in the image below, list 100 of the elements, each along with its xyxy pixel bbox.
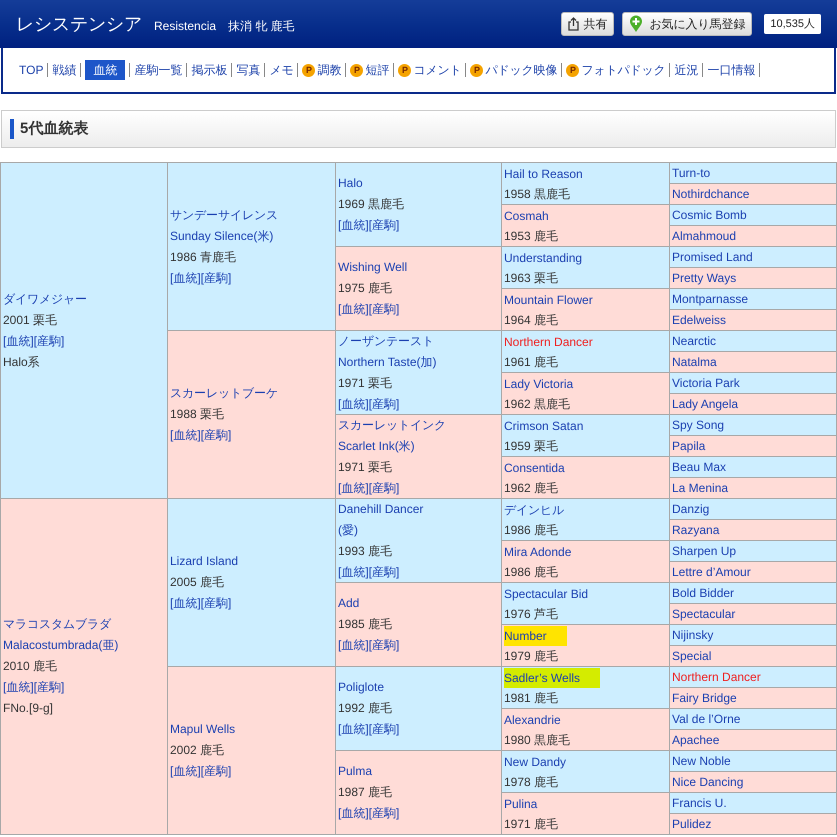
horse-name-link[interactable]: ノーザンテースト	[338, 330, 434, 352]
horse-name-link[interactable]: Francis U.	[672, 792, 727, 814]
horse-name-link[interactable]: Montparnasse	[672, 288, 748, 310]
horse-name-link[interactable]: Cosmah	[504, 206, 549, 226]
pedigree-links[interactable]: [血統][産駒]	[338, 719, 400, 740]
horse-name-link[interactable]: Danzig	[672, 498, 710, 520]
horse-name-link[interactable]: マラコスタムブラダ	[3, 614, 111, 635]
nav-tab[interactable]: 産駒一覧	[134, 61, 182, 79]
horse-name-link[interactable]: Razyana	[672, 520, 720, 540]
pedigree-links[interactable]: [血統][産駒]	[338, 562, 400, 582]
horse-info: 1961 鹿毛	[504, 354, 558, 371]
horse-name-link[interactable]: スカーレットブーケ	[170, 383, 278, 404]
pedigree-links[interactable]: [血統][産駒]	[170, 425, 232, 446]
horse-name-link[interactable]: Consentida	[504, 458, 565, 478]
horse-name-link[interactable]: Lettre d’Amour	[672, 562, 751, 582]
horse-name-link[interactable]: Victoria Park	[672, 372, 740, 394]
horse-name-link[interactable]: Spectacular Bid	[504, 584, 588, 604]
horse-name-link[interactable]: Number	[504, 626, 567, 646]
horse-name-link[interactable]: New Noble	[672, 750, 731, 772]
pedigree-links[interactable]: [血統][産駒]	[338, 478, 400, 498]
pedigree-links[interactable]: [血統][産駒]	[3, 677, 64, 698]
horse-name-link[interactable]: デインヒル	[504, 500, 564, 520]
pedigree-links[interactable]: [血統][産駒]	[3, 330, 64, 352]
nav-tab[interactable]: 一口情報	[707, 61, 756, 79]
horse-name-link[interactable]: Wishing Well	[338, 257, 408, 278]
horse-info: 2001 栗毛	[3, 312, 58, 328]
horse-name-link[interactable]: Nice Dancing	[672, 772, 744, 792]
nav-tab[interactable]: TOP	[19, 61, 44, 79]
nav-tab[interactable]: P コメント	[398, 61, 462, 79]
share-button[interactable]: 共有	[561, 12, 614, 36]
horse-name-link[interactable]: Lizard Island	[170, 551, 238, 572]
nav-tab[interactable]: 戦績	[52, 61, 76, 79]
horse-name-link[interactable]: Mapul Wells	[170, 719, 236, 740]
horse-name-link[interactable]: Northern Taste(加)	[338, 352, 436, 372]
pedigree-links[interactable]: [血統][産駒]	[170, 268, 232, 288]
horse-name-link[interactable]: New Dandy	[504, 752, 566, 772]
horse-name-link[interactable]: スカーレットインク	[338, 414, 446, 436]
horse-name-link[interactable]: Turn-to	[672, 162, 710, 184]
horse-name-link[interactable]: Add	[338, 593, 360, 614]
nav-tab[interactable]: P パドック映像	[470, 61, 558, 79]
horse-name-link[interactable]: Sharpen Up	[672, 540, 736, 562]
pedigree-links[interactable]: [血統][産駒]	[338, 803, 400, 824]
horse-name-link[interactable]: Apachee	[672, 730, 720, 750]
horse-name-link[interactable]: Alexandrie	[504, 710, 561, 730]
horse-name-link[interactable]: サンデーサイレンス	[170, 204, 278, 226]
horse-name-link[interactable]: Edelweiss	[672, 310, 726, 330]
heading-bar	[10, 119, 14, 139]
horse-name-link[interactable]: Sadler’s Wells	[504, 668, 600, 688]
horse-name-link[interactable]: Northern Dancer	[504, 332, 593, 352]
horse-name-link[interactable]: Nothirdchance	[672, 184, 750, 204]
horse-name-link[interactable]: Nearctic	[672, 330, 716, 352]
horse-name-link[interactable]: Pulma	[338, 761, 372, 782]
horse-name-link[interactable]: Almahmoud	[672, 226, 736, 246]
horse-name-link[interactable]: Halo	[338, 173, 363, 194]
horse-name-link[interactable]: Scarlet Ink(米)	[338, 436, 415, 456]
horse-name-link[interactable]: Sunday Silence(米)	[170, 226, 274, 246]
nav-tab[interactable]: 写真	[236, 61, 260, 79]
nav-tab[interactable]: メモ	[269, 61, 294, 79]
horse-name-link[interactable]: Beau Max	[672, 456, 726, 478]
horse-name-link[interactable]: Spy Song	[672, 414, 724, 436]
nav-tab[interactable]: P フォトパドック	[566, 61, 666, 79]
nav-tab[interactable]: 掲示板	[191, 61, 228, 79]
horse-name-link[interactable]: Spectacular	[672, 604, 736, 624]
pedigree-links[interactable]: [血統][産駒]	[338, 299, 400, 320]
horse-name-link[interactable]: Mira Adonde	[504, 542, 572, 562]
horse-name-link[interactable]: Val de l’Orne	[672, 708, 740, 730]
pedigree-links[interactable]: [血統][産駒]	[170, 761, 232, 782]
nav-tab[interactable]: P 短評	[350, 61, 390, 79]
horse-name-link[interactable]: Danehill Dancer	[338, 498, 424, 520]
favorite-button[interactable]: お気に入り馬登録	[622, 12, 752, 36]
pedigree-links[interactable]: [血統][産駒]	[170, 593, 232, 614]
horse-name-link[interactable]: Bold Bidder	[672, 582, 734, 604]
horse-name-link[interactable]: Lady Victoria	[504, 374, 574, 394]
horse-name-link[interactable]: Nijinsky	[672, 624, 714, 646]
horse-name-link[interactable]: Pulina	[504, 794, 538, 814]
pedigree-links[interactable]: [血統][産駒]	[338, 635, 400, 656]
horse-name-link[interactable]: Promised Land	[672, 246, 753, 268]
horse-name-link[interactable]: Mountain Flower	[504, 290, 593, 310]
nav-tab[interactable]: P 調教	[302, 61, 342, 79]
horse-name-link[interactable]: Pretty Ways	[672, 268, 736, 288]
horse-name-link[interactable]: La Menina	[672, 478, 728, 498]
horse-name-link[interactable]: Northern Dancer	[672, 666, 761, 688]
horse-name-link[interactable]: Pulidez	[672, 814, 712, 834]
horse-name-link[interactable]: (愛)	[338, 520, 358, 540]
horse-name-link[interactable]: Fairy Bridge	[672, 688, 737, 708]
horse-name-link[interactable]: Hail to Reason	[504, 164, 583, 184]
nav-tab[interactable]: 血統	[85, 60, 126, 80]
horse-name-link[interactable]: Special	[672, 646, 712, 666]
horse-name-link[interactable]: Lady Angela	[672, 394, 738, 414]
pedigree-links[interactable]: [血統][産駒]	[338, 215, 400, 236]
horse-name-link[interactable]: Papila	[672, 436, 706, 456]
horse-name-link[interactable]: Cosmic Bomb	[672, 204, 747, 226]
horse-name-link[interactable]: Natalma	[672, 352, 717, 372]
horse-name-link[interactable]: Crimson Satan	[504, 416, 584, 436]
horse-name-link[interactable]: Understanding	[504, 248, 582, 268]
nav-tab[interactable]: 近況	[674, 61, 698, 79]
pedigree-links[interactable]: [血統][産駒]	[338, 394, 400, 414]
horse-name-link[interactable]: Malacostumbrada(亜)	[3, 635, 118, 656]
horse-name-link[interactable]: Poliglote	[338, 677, 384, 698]
horse-name-link[interactable]: ダイワメジャー	[3, 288, 87, 310]
